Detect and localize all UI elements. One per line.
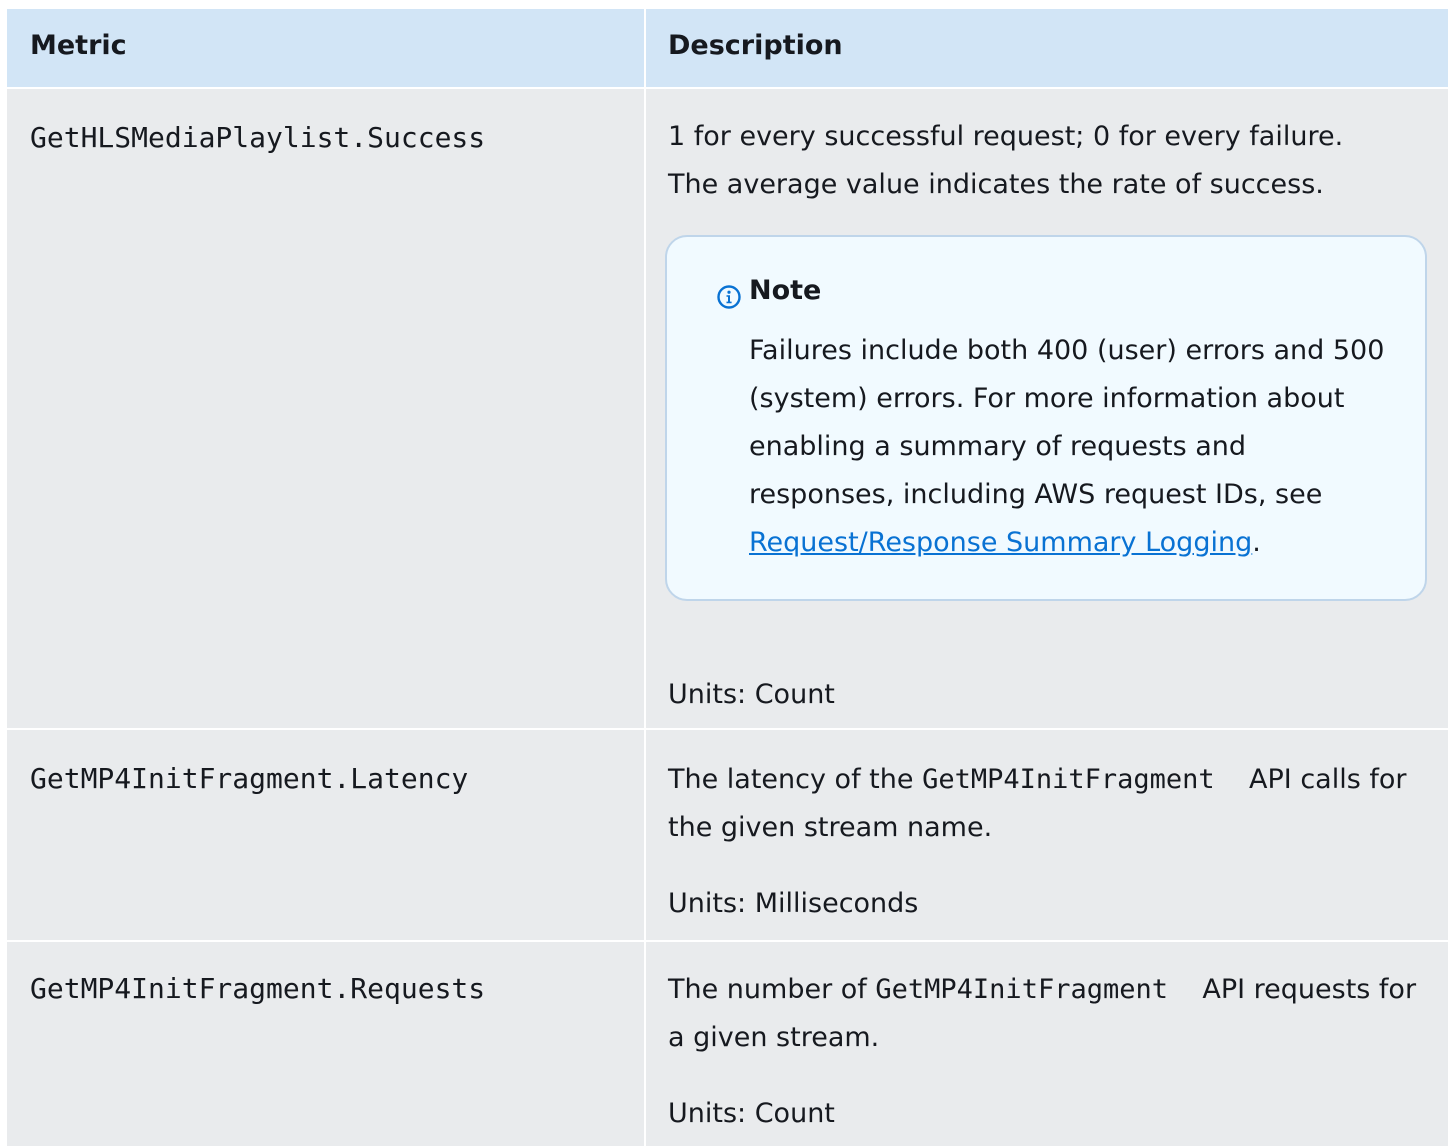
- description-line: 1 for every successful request; 0 for ev…: [668, 121, 1344, 152]
- note-body: Failures include both 400 (user) errors …: [749, 327, 1399, 567]
- metric-name: GetHLSMediaPlaylist.Success: [30, 121, 486, 154]
- api-name-code: GetMP4InitFragment: [875, 974, 1168, 1005]
- note-text-end: .: [1252, 527, 1261, 558]
- metrics-table: Metric Description GetHLSMediaPlaylist.S…: [7, 9, 1448, 1146]
- metric-name: GetMP4InitFragment.Requests: [30, 972, 486, 1005]
- metric-cell: GetMP4InitFragment.Requests: [7, 942, 646, 1146]
- table-row: GetHLSMediaPlaylist.Success 1 for every …: [7, 89, 1448, 730]
- api-name-code: GetMP4InitFragment: [922, 764, 1215, 795]
- table-row: GetMP4InitFragment.Latency The latency o…: [7, 730, 1448, 942]
- description-text: The latency of the GetMP4InitFragment AP…: [668, 756, 1428, 852]
- description-pre: The number of: [668, 974, 867, 1005]
- header-description: Description: [668, 30, 843, 61]
- note-title: Note: [749, 275, 822, 306]
- note-callout: Note Failures include both 400 (user) er…: [665, 235, 1427, 601]
- description-cell: The number of GetMP4InitFragment API req…: [646, 942, 1448, 1146]
- description-cell: 1 for every successful request; 0 for ev…: [646, 89, 1448, 728]
- metric-cell: GetHLSMediaPlaylist.Success: [7, 89, 646, 728]
- description-line: The average value indicates the rate of …: [668, 169, 1324, 200]
- request-response-logging-link[interactable]: Request/Response Summary Logging: [749, 527, 1252, 558]
- description-text: The number of GetMP4InitFragment API req…: [668, 966, 1428, 1062]
- header-metric: Metric: [7, 9, 646, 87]
- description-cell: The latency of the GetMP4InitFragment AP…: [646, 730, 1448, 940]
- units-text: Units: Count: [668, 679, 835, 710]
- metric-name: GetMP4InitFragment.Latency: [30, 762, 469, 795]
- note-text: Failures include both 400 (user) errors …: [749, 335, 1385, 510]
- table-row: GetMP4InitFragment.Requests The number o…: [7, 942, 1448, 1146]
- info-circle-icon: [717, 285, 741, 309]
- description-pre: The latency of the: [668, 764, 914, 795]
- table-header-row: Metric Description: [7, 9, 1448, 89]
- metric-cell: GetMP4InitFragment.Latency: [7, 730, 646, 940]
- units-text: Units: Milliseconds: [668, 888, 919, 919]
- description-text: 1 for every successful request; 0 for ev…: [668, 113, 1428, 209]
- units-text: Units: Count: [668, 1098, 835, 1129]
